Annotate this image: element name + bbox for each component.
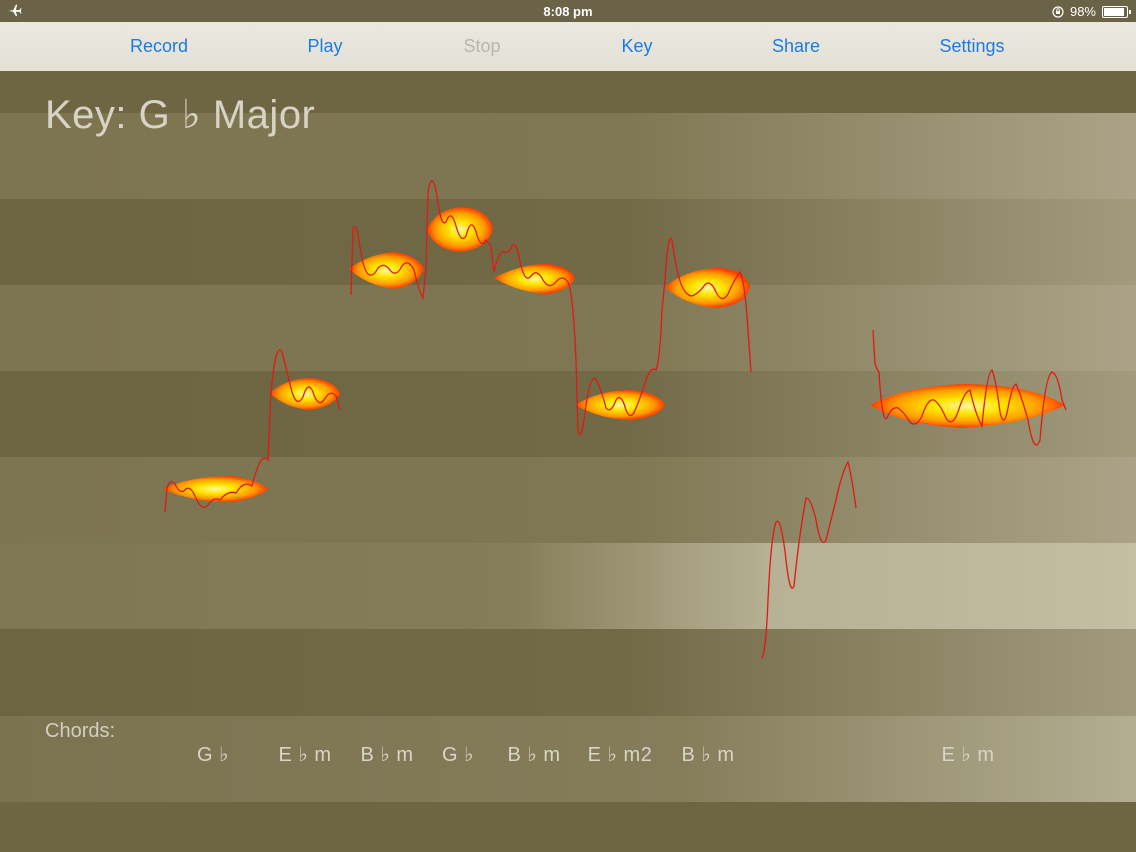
chord-label: G ♭ (196, 744, 230, 766)
settings-button[interactable]: Settings (939, 36, 1004, 57)
share-button[interactable]: Share (772, 36, 820, 57)
key-button[interactable]: Key (621, 36, 652, 57)
chord-label: E ♭ m (941, 744, 995, 766)
orientation-lock-icon (1052, 5, 1064, 18)
chord-label: E ♭ m2 (587, 744, 653, 766)
play-button[interactable]: Play (307, 36, 342, 57)
status-right: 98% (1052, 4, 1131, 19)
chord-label: G ♭ (441, 744, 475, 766)
key-title: Key: G ♭ Major (45, 93, 316, 137)
chord-label: B ♭ m (681, 744, 735, 766)
pitch-canvas[interactable] (0, 71, 1136, 852)
pitch-graph (0, 71, 1136, 852)
stop-button[interactable]: Stop (463, 36, 500, 57)
record-button[interactable]: Record (130, 36, 188, 57)
status-bar: 8:08 pm 98% (0, 0, 1136, 22)
status-time: 8:08 pm (543, 4, 593, 19)
chord-label: E ♭ m (278, 744, 332, 766)
chords-label: Chords: (45, 720, 116, 742)
toolbar: Record Play Stop Key Share Settings (0, 22, 1136, 72)
chord-label: B ♭ m (507, 744, 561, 766)
battery-icon (1102, 5, 1131, 18)
chord-label: B ♭ m (360, 744, 414, 766)
battery-percent: 98% (1069, 4, 1096, 19)
